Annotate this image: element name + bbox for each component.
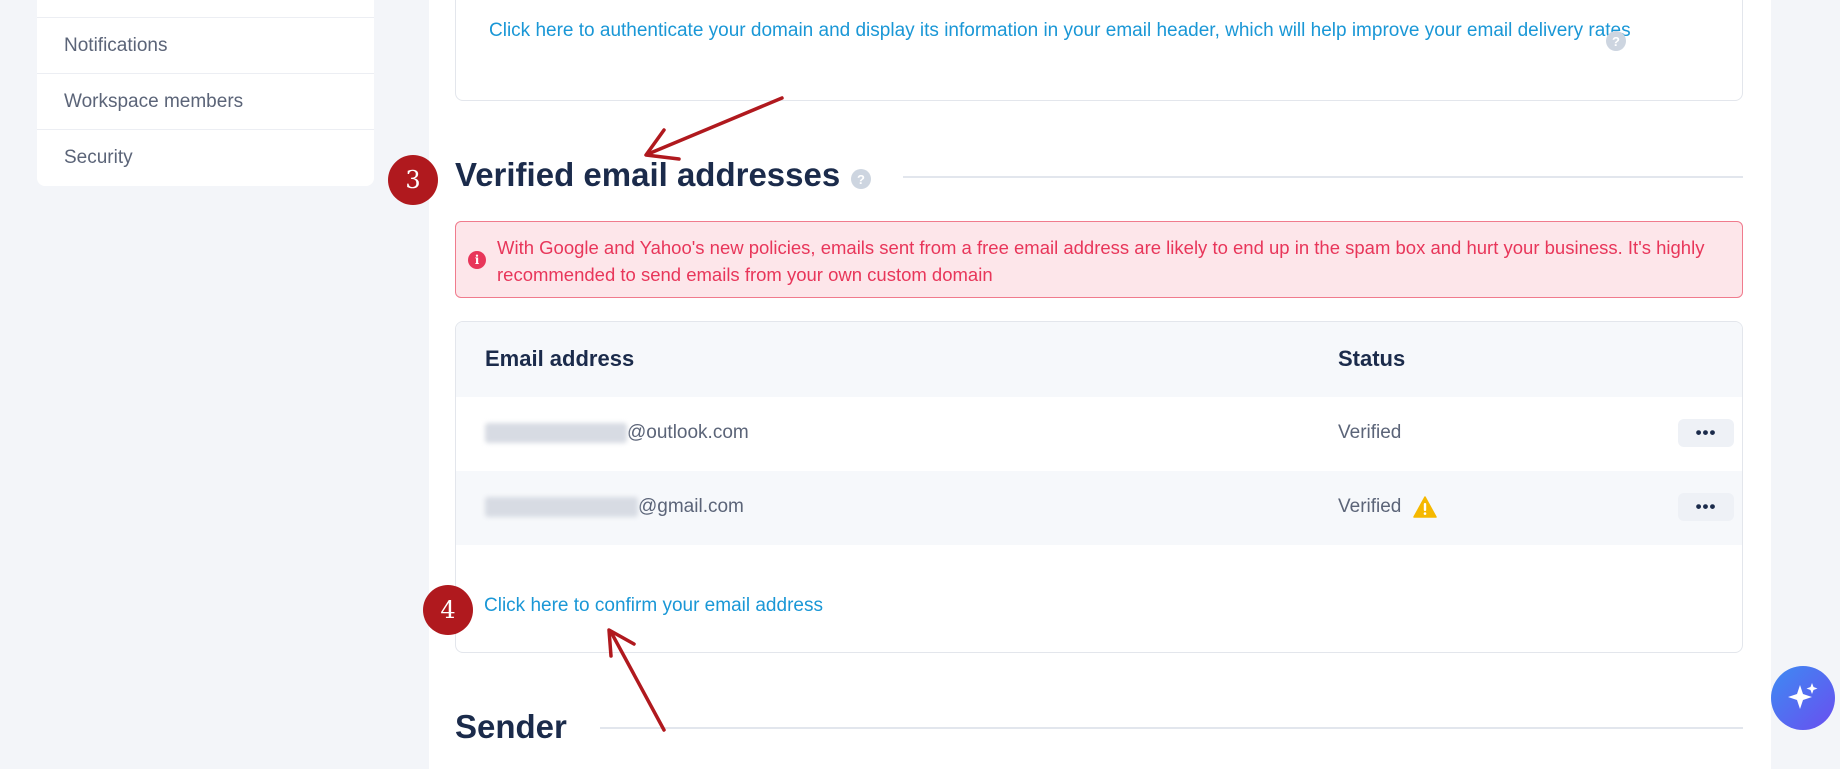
confirm-email-link[interactable]: Click here to confirm your email address [484,595,823,617]
redacted-username [485,496,638,517]
email-domain: @gmail.com [638,496,744,517]
ai-assistant-button[interactable] [1771,666,1835,730]
sidebar-item-security[interactable]: Security [37,130,374,185]
sidebar-item-workspace-members[interactable]: Workspace members [37,74,374,130]
info-icon: i [468,251,486,269]
step-3-annotation-badge: 3 [388,155,438,205]
main-content: Click here to authenticate your domain a… [429,0,1771,769]
status-label: Verified [1338,422,1402,443]
question-icon[interactable]: ? [1606,31,1626,51]
warning-icon[interactable] [1413,496,1438,518]
sparkle-icon [1788,683,1818,709]
question-icon[interactable]: ? [851,169,871,189]
table-row: @outlook.com Verified ••• [456,397,1742,471]
row-more-options-button[interactable]: ••• [1678,493,1734,521]
email-cell: @gmail.com [485,496,744,518]
verified-emails-title: Verified email addresses [455,156,841,193]
status-cell: Verified [1338,496,1438,518]
alert-message: With Google and Yahoo's new policies, em… [497,237,1705,285]
email-cell: @outlook.com [485,422,749,444]
step-4-annotation-badge: 4 [423,585,473,635]
sidebar-item-notifications[interactable]: Notifications [37,18,374,74]
authenticate-domain-link[interactable]: Click here to authenticate your domain a… [489,17,1639,44]
table-header: Email address Status [456,322,1742,397]
status-label: Verified [1338,496,1402,517]
free-email-warning-alert: i With Google and Yahoo's new policies, … [455,221,1743,298]
row-more-options-button[interactable]: ••• [1678,419,1734,447]
sender-section-title: Sender [455,708,567,745]
domain-auth-card: Click here to authenticate your domain a… [455,0,1743,101]
sidebar-item-truncated[interactable] [37,0,374,18]
settings-sidebar: Notifications Workspace members Security [37,0,374,186]
column-header-status: Status [1338,346,1406,371]
redacted-username [485,422,627,443]
status-cell: Verified [1338,422,1401,444]
column-header-email: Email address [485,346,635,371]
section-divider [903,176,1743,178]
verified-emails-table: Email address Status @outlook.com Verifi… [455,321,1743,653]
table-row: @gmail.com Verified ••• [456,471,1742,545]
section-divider [600,727,1743,729]
email-domain: @outlook.com [627,422,749,443]
